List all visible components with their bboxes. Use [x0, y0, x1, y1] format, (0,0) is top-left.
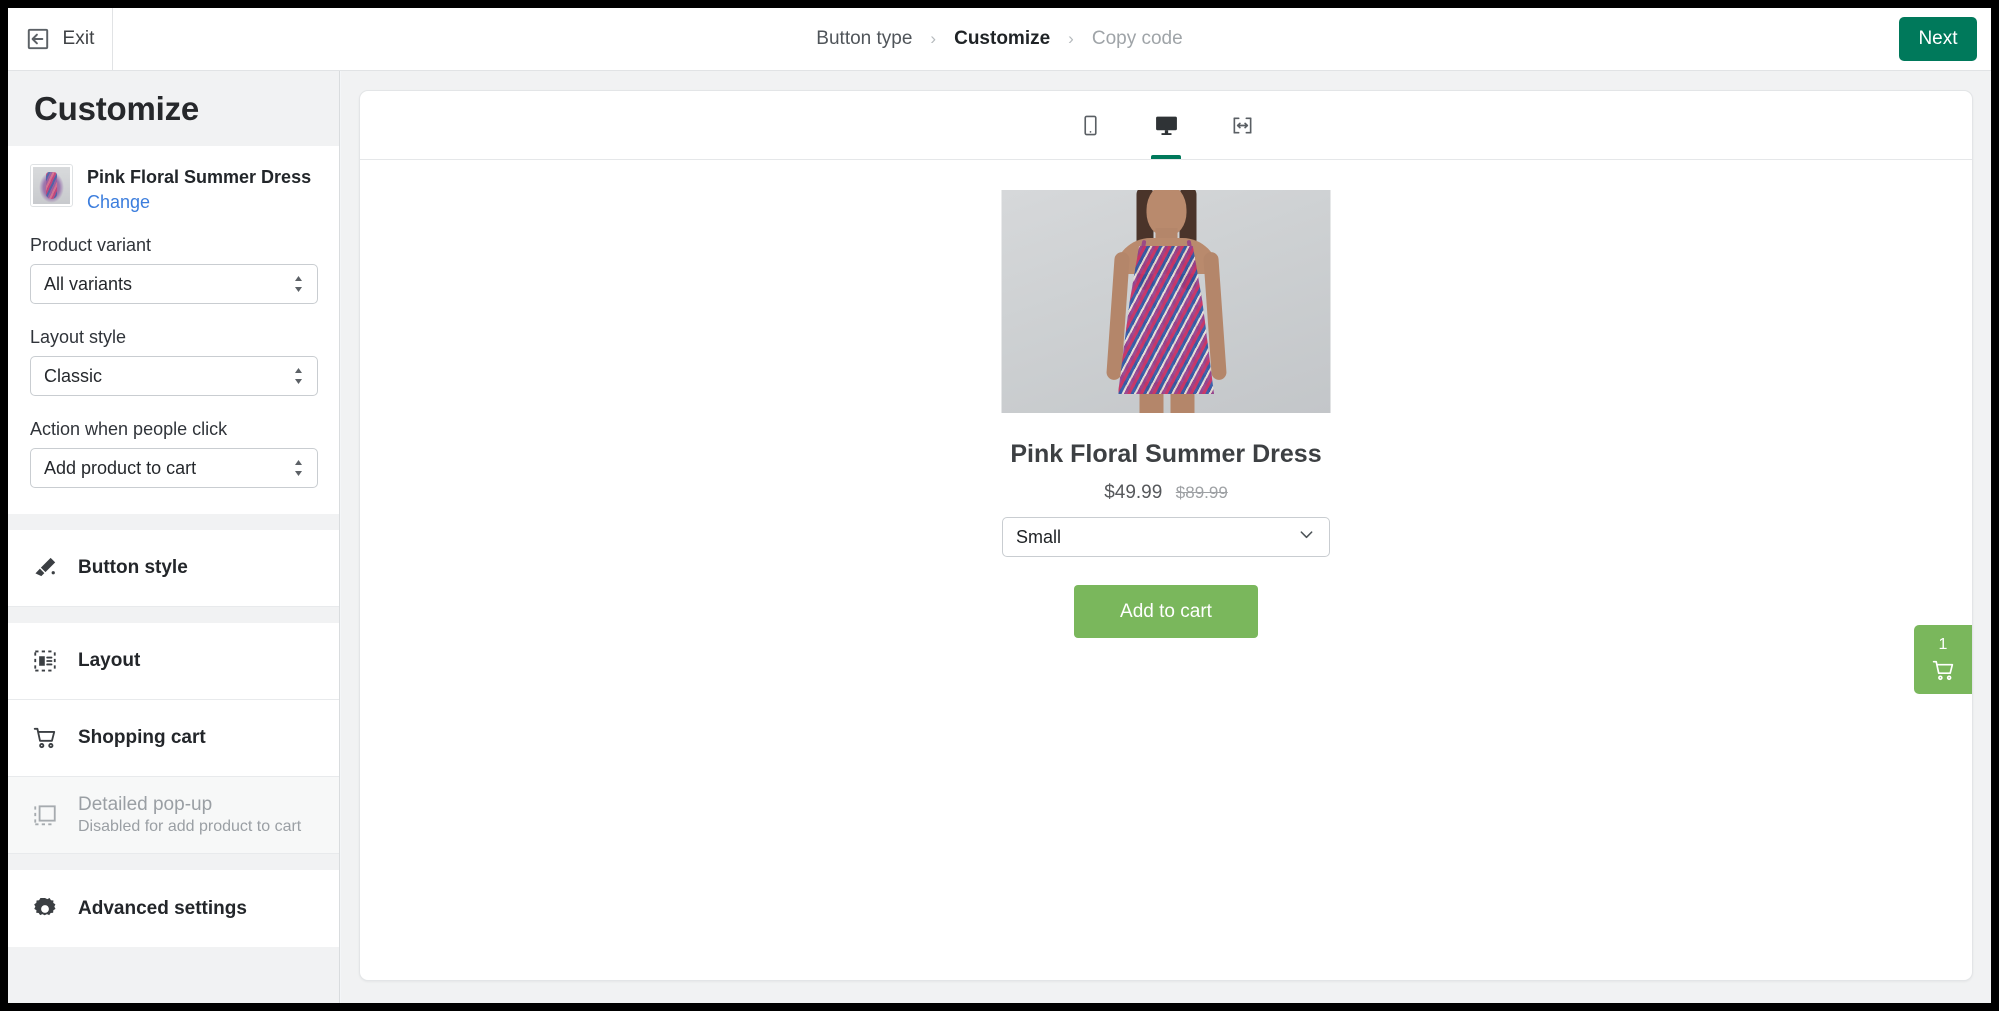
change-product-link[interactable]: Change [87, 189, 150, 216]
sidebar-item-shopping-cart[interactable]: Shopping cart [8, 700, 339, 778]
layout-style-select[interactable]: Classic [30, 356, 318, 397]
sidebar-item-label: Detailed pop-up [78, 794, 213, 816]
layout-style-label: Layout style [30, 327, 127, 348]
preview-card: Pink Floral Summer Dress $49.99 $89.99 S… [359, 90, 1973, 981]
sidebar: Customize Pink Floral Summer Dress Chang… [8, 71, 340, 1003]
app-frame: Exit Button type › Customize › Copy code… [8, 8, 1991, 1003]
page-title: Customize [34, 89, 200, 127]
sidebar-item-label: Shopping cart [78, 727, 206, 749]
sidebar-item-button-style[interactable]: Button style [8, 530, 339, 608]
preview-body: Pink Floral Summer Dress $49.99 $89.99 S… [360, 160, 1972, 980]
fullwidth-view-button[interactable] [1220, 91, 1264, 159]
stepper-arrows-icon [293, 367, 304, 385]
stepper-arrows-icon [293, 459, 304, 477]
field-click-action: Action when people click Add product to … [8, 410, 339, 514]
field-product-variant: Product variant All variants [8, 226, 339, 305]
gear-icon [32, 896, 58, 922]
layout-icon [32, 648, 58, 674]
shopping-cart-icon [1931, 658, 1956, 683]
sidebar-item-layout[interactable]: Layout [8, 623, 339, 701]
add-to-cart-button[interactable]: Add to cart [1074, 585, 1258, 638]
exit-label: Exit [62, 28, 95, 49]
breadcrumb-separator: › [930, 29, 937, 48]
section-divider [8, 854, 339, 871]
sidebar-header: Customize [8, 71, 339, 146]
sidebar-item-label: Layout [78, 650, 141, 672]
preview-product-title: Pink Floral Summer Dress [1010, 440, 1322, 468]
chevron-down-icon [1297, 525, 1316, 549]
product-variant-select[interactable]: All variants [30, 264, 318, 305]
preview-variant-select[interactable]: Small [1002, 517, 1330, 557]
mobile-view-button[interactable] [1068, 91, 1112, 159]
product-variant-value: All variants [44, 273, 133, 294]
sidebar-item-sublabel: Disabled for add product to cart [78, 818, 302, 836]
device-toggle-bar [360, 91, 1972, 160]
stepper-arrows-icon [293, 275, 304, 293]
click-action-label: Action when people click [30, 419, 228, 440]
preview-variant-value: Small [1016, 526, 1062, 547]
shopping-cart-icon [32, 725, 58, 751]
click-action-value: Add product to cart [44, 457, 197, 478]
top-bar: Exit Button type › Customize › Copy code… [8, 8, 1991, 71]
layout-style-value: Classic [44, 365, 103, 386]
cart-tab-button[interactable]: 1 [1914, 625, 1972, 694]
mobile-icon [1079, 114, 1102, 137]
desktop-icon [1154, 113, 1179, 138]
preview-area: Pink Floral Summer Dress $49.99 $89.99 S… [341, 71, 1991, 1003]
preview-compare-at-price: $89.99 [1175, 483, 1228, 502]
product-photo [1001, 190, 1331, 413]
product-name: Pink Floral Summer Dress [87, 167, 312, 187]
sidebar-item-detailed-popup: Detailed pop-up Disabled for add product… [8, 777, 339, 855]
desktop-view-button[interactable] [1144, 91, 1188, 159]
preview-price: $49.99 [1104, 482, 1163, 503]
product-thumbnail [30, 164, 73, 207]
popup-icon [32, 802, 58, 828]
breadcrumb: Button type › Customize › Copy code [8, 8, 1991, 70]
selected-product: Pink Floral Summer Dress Change [8, 146, 339, 226]
section-divider [8, 514, 339, 531]
next-button[interactable]: Next [1899, 17, 1977, 61]
sidebar-item-advanced-settings[interactable]: Advanced settings [8, 870, 339, 948]
breadcrumb-item-customize[interactable]: Customize [954, 28, 1050, 50]
breadcrumb-item-copy-code: Copy code [1091, 28, 1183, 49]
click-action-select[interactable]: Add product to cart [30, 448, 318, 489]
sidebar-item-label: Advanced settings [78, 897, 247, 919]
product-settings-panel: Pink Floral Summer Dress Change Product … [8, 146, 339, 515]
preview-price-row: $49.99 $89.99 [360, 482, 1972, 504]
paint-brush-icon [32, 555, 58, 581]
cart-count-badge: 1 [1938, 635, 1948, 653]
exit-arrow-icon [25, 26, 51, 52]
sidebar-item-label: Button style [78, 557, 188, 579]
breadcrumb-item-button-type[interactable]: Button type [816, 28, 912, 50]
exit-button[interactable]: Exit [8, 8, 113, 70]
section-divider [8, 607, 339, 624]
product-variant-label: Product variant [30, 235, 152, 256]
full-width-icon [1231, 114, 1254, 137]
breadcrumb-separator: › [1068, 29, 1074, 48]
field-layout-style: Layout style Classic [8, 318, 339, 397]
